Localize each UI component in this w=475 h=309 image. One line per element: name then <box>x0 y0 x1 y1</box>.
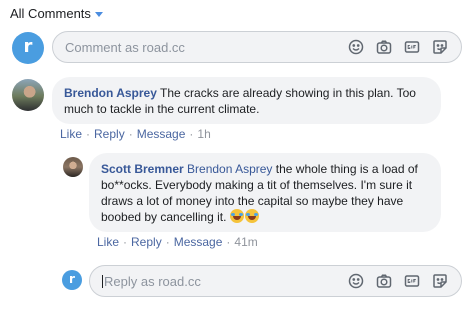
reply-actions: Like · Reply · Message · 41m <box>97 235 258 249</box>
mention-link[interactable]: Brendon Asprey <box>187 162 272 176</box>
laughing-tears-emoji-icon <box>229 209 244 223</box>
comment-filter-dropdown[interactable]: All Comments <box>10 6 103 21</box>
camera-icon[interactable] <box>375 38 393 56</box>
comment-bubble: Brendon Asprey The cracks are already sh… <box>52 77 441 124</box>
comment-actions: Like · Reply · Message · 1h <box>60 127 211 141</box>
reply-author[interactable]: Scott Bremner <box>101 162 184 176</box>
message-link[interactable]: Message <box>174 235 223 249</box>
like-link[interactable]: Like <box>97 235 119 249</box>
comment-input[interactable]: Comment as road.cc <box>52 31 462 63</box>
avatar-letter: r <box>69 272 75 286</box>
comment-author[interactable]: Brendon Asprey <box>64 86 157 100</box>
chevron-down-icon <box>94 12 103 17</box>
avatar[interactable] <box>63 157 83 177</box>
user-avatar: r <box>12 32 44 64</box>
reply-link[interactable]: Reply <box>94 127 125 141</box>
smiley-icon[interactable] <box>347 272 365 290</box>
like-link[interactable]: Like <box>60 127 82 141</box>
avatar-letter: r <box>23 36 33 57</box>
reply-input-placeholder: Reply as road.cc <box>102 274 347 289</box>
sticker-icon[interactable] <box>431 272 449 290</box>
reply-input[interactable]: Reply as road.cc <box>89 265 462 297</box>
reply-timestamp[interactable]: 41m <box>234 235 257 249</box>
comment-input-placeholder: Comment as road.cc <box>65 39 185 55</box>
reply-link[interactable]: Reply <box>131 235 162 249</box>
user-avatar: r <box>62 270 82 290</box>
gif-icon[interactable] <box>403 38 421 56</box>
laughing-tears-emoji-icon <box>244 209 259 223</box>
camera-icon[interactable] <box>375 272 393 290</box>
message-link[interactable]: Message <box>137 127 186 141</box>
composer-tools <box>347 38 461 56</box>
comment-timestamp[interactable]: 1h <box>197 127 210 141</box>
avatar[interactable] <box>12 79 44 111</box>
gif-icon[interactable] <box>403 272 421 290</box>
filter-label: All Comments <box>10 6 91 21</box>
sticker-icon[interactable] <box>431 38 449 56</box>
composer-tools <box>347 272 461 290</box>
reply-bubble: Scott Bremner Brendon Asprey the whole t… <box>89 153 441 232</box>
smiley-icon[interactable] <box>347 38 365 56</box>
